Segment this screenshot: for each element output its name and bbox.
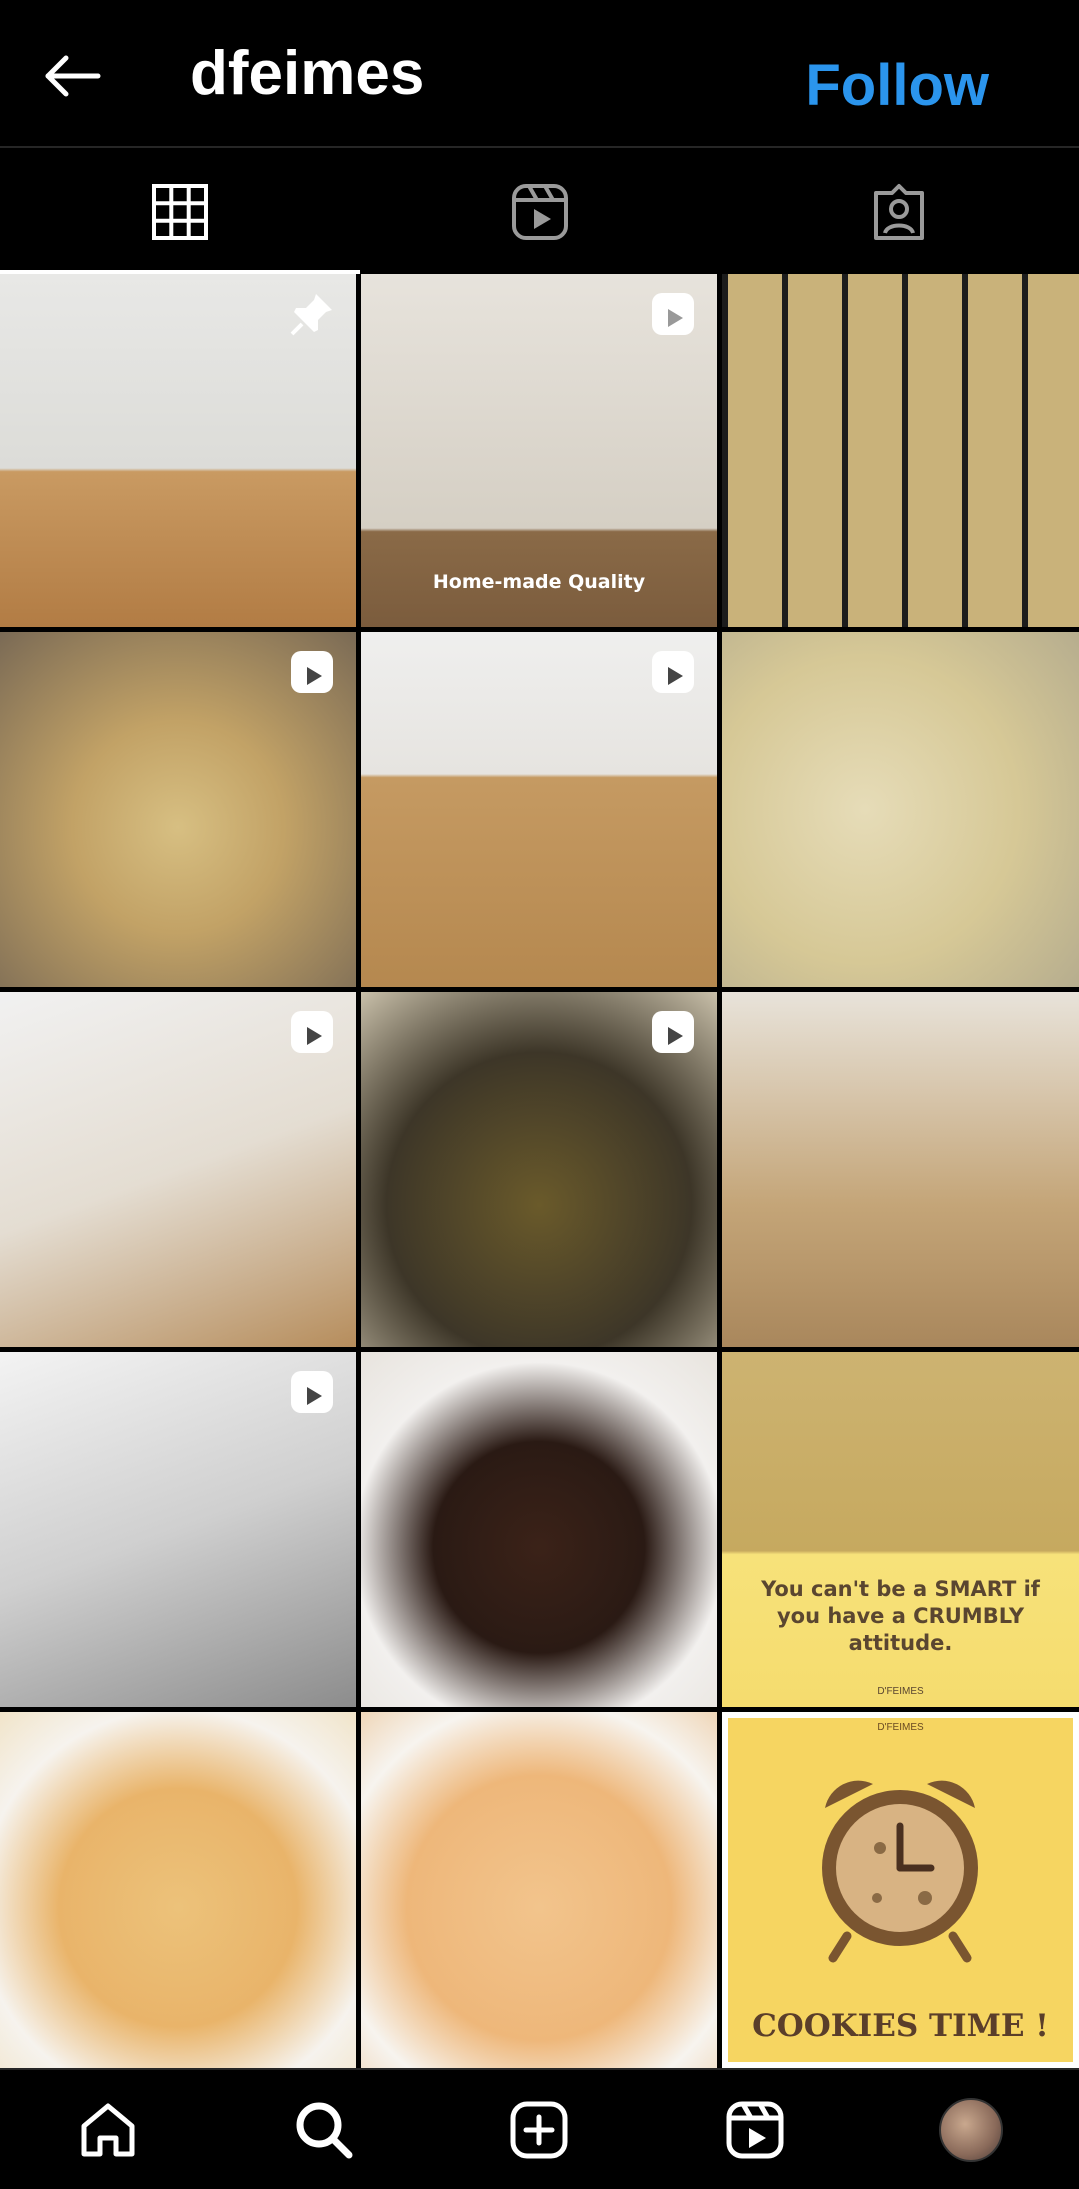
post-thumbnail[interactable] xyxy=(0,992,356,1347)
nav-home[interactable] xyxy=(0,2070,216,2189)
post-thumbnail[interactable] xyxy=(0,632,356,987)
post-caption: You can't be a SMART if you have a CRUMB… xyxy=(761,1577,1040,1655)
profile-username: dfeimes xyxy=(190,39,425,108)
back-button[interactable] xyxy=(36,40,108,112)
post-thumbnail[interactable] xyxy=(361,1352,717,1707)
post-thumbnail[interactable]: D'FEIMES COOKIES TIME ! xyxy=(722,1712,1079,2068)
post-thumbnail[interactable] xyxy=(722,274,1079,627)
post-thumbnail[interactable]: You can't be a SMART if you have a CRUMB… xyxy=(722,1352,1079,1707)
bottom-navigation xyxy=(0,2068,1079,2189)
plus-square-icon xyxy=(510,2101,568,2158)
search-icon xyxy=(296,2102,353,2158)
reel-badge-icon xyxy=(291,1371,333,1413)
profile-header: dfeimes Follow xyxy=(0,0,1079,148)
posts-grid: Home-made Quality You can't be a SMART i… xyxy=(0,274,1079,2068)
grid-icon xyxy=(151,184,208,240)
tab-tagged[interactable] xyxy=(719,150,1079,274)
post-caption: Home-made Quality xyxy=(432,571,646,593)
post-thumbnail[interactable] xyxy=(361,1712,717,2068)
reels-icon xyxy=(511,184,568,240)
tab-posts[interactable] xyxy=(0,150,360,274)
nav-profile[interactable] xyxy=(863,2070,1079,2189)
follow-button[interactable]: Follow xyxy=(805,52,989,119)
reel-badge-icon xyxy=(652,1011,694,1053)
reels-icon xyxy=(726,2101,784,2158)
reel-badge-icon xyxy=(291,1011,333,1053)
post-caption: COOKIES TIME ! xyxy=(752,2008,1049,2044)
post-thumbnail[interactable]: Home-made Quality xyxy=(361,274,717,627)
post-thumbnail[interactable] xyxy=(0,274,356,627)
post-thumbnail[interactable] xyxy=(361,632,717,987)
nav-search[interactable] xyxy=(216,2070,432,2189)
post-thumbnail[interactable] xyxy=(0,1352,356,1707)
reel-badge-icon xyxy=(652,651,694,693)
reel-badge-icon xyxy=(652,293,694,335)
arrow-left-icon xyxy=(45,55,101,97)
pin-icon xyxy=(290,294,332,336)
nav-reels[interactable] xyxy=(647,2070,863,2189)
post-thumbnail[interactable] xyxy=(0,1712,356,2068)
nav-create[interactable] xyxy=(432,2070,648,2189)
post-thumbnail[interactable] xyxy=(722,992,1079,1347)
tagged-user-icon xyxy=(874,184,925,240)
tab-reels[interactable] xyxy=(360,150,720,274)
profile-tabs xyxy=(0,150,1079,274)
alarm-clock-icon xyxy=(822,1780,978,1963)
post-thumbnail[interactable] xyxy=(722,632,1079,987)
reel-badge-icon xyxy=(291,651,333,693)
post-brand: D'FEIMES xyxy=(877,1686,924,1697)
post-brand: D'FEIMES xyxy=(877,1722,924,1733)
avatar xyxy=(939,2097,1004,2162)
post-thumbnail[interactable] xyxy=(361,992,717,1347)
home-icon xyxy=(81,2103,135,2156)
